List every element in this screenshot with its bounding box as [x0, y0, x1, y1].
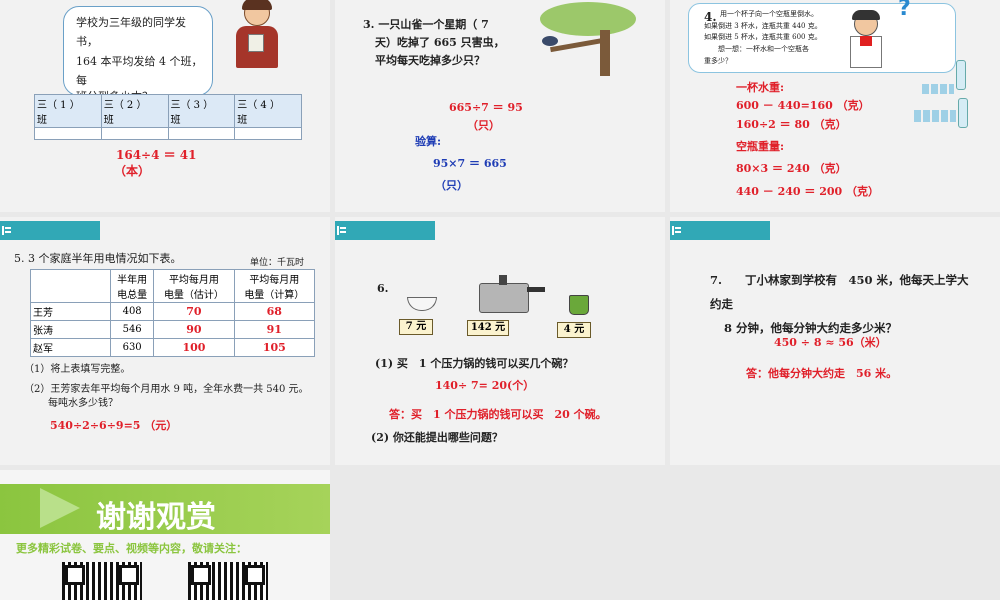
question-2-line-1: （2）王芳家去年平均每个月用水 9 吨，全年水费一共 540 元。: [24, 384, 309, 395]
table-header-cell: 三（ 2 ）班: [100, 94, 169, 128]
boy-illustration: [232, 0, 282, 70]
tab-icon: [337, 226, 346, 235]
class-table: 三（ 1 ）班 三（ 2 ）班 三（ 3 ）班 三（ 4 ）班: [34, 94, 302, 140]
problem-title: 5. 3 个家庭半年用电情况如下表。: [14, 252, 182, 265]
slide-3[interactable]: 4. 用一个杯子向一个空瓶里倒水。 如果倒进 3 杯水，连瓶共重 440 克。 …: [670, 0, 1000, 212]
subtitle: 更多精彩试卷、要点、视频等内容，敬请关注：: [16, 542, 247, 555]
problem-line-1: 用一个杯子向一个空瓶里倒水。: [720, 10, 818, 18]
problem-line-2: 如果倒进 3 杯水，连瓶共重 440 克。: [704, 22, 822, 30]
table-row: 张涛 546 90 91: [30, 320, 316, 339]
problem-number: 6.: [377, 282, 389, 295]
table-header-cell: 三（ 4 ）班: [234, 94, 302, 128]
slide-6[interactable]: 7. 丁小林家到学校有 450 米，他每天上学大 约走 8 分钟，他每分钟大约走…: [670, 217, 1000, 465]
slide-5[interactable]: 6. 7 元 142 元 4 元 (1) 买 1 个压力锅的钱可以买几个碗？ 1…: [335, 217, 665, 465]
check-label: 验算:: [415, 135, 442, 148]
calc: 140÷ 7= 20(个）: [435, 379, 535, 392]
slide-4[interactable]: 5. 3 个家庭半年用电情况如下表。 单位：千瓦时 半年用 电总量 平均每月用 电量…: [0, 217, 330, 465]
problem-line-3: 平均每天吃掉多少只？: [375, 54, 485, 67]
thanks-text: 谢谢观赏: [96, 500, 216, 535]
slide-7[interactable]: 谢谢观赏 更多精彩试卷、要点、视频等内容，敬请关注：: [0, 470, 330, 600]
col-header: 平均每月用 电量（计算）: [233, 269, 316, 303]
section-tab: [335, 221, 435, 240]
unit-note: 单位：千瓦时: [250, 258, 305, 268]
question-mark-icon: ?: [898, 0, 911, 21]
section-tab: [0, 221, 100, 240]
check-calc: 95×7 ＝ 665: [433, 157, 507, 170]
tab-icon: [672, 226, 681, 235]
table-row: 赵军 630 100 105: [30, 338, 316, 357]
problem-line-4: 想一想：一杯水和一个空瓶各: [718, 45, 809, 53]
problem-line-2: 天）吃掉了 665 只害虫，: [375, 36, 505, 49]
check-unit: （只）: [435, 179, 468, 192]
electricity-table: 半年用 电总量 平均每月用 电量（估计） 平均每月用 电量（计算） 王芳 408 70…: [30, 269, 316, 357]
answer-calc: 665÷7 ＝ 95: [449, 101, 523, 114]
tab-icon: [2, 226, 11, 235]
slide-2[interactable]: 3. 一只山雀一个星期（ 7 天）吃掉了 665 只害虫， 平均每天吃掉多少只？…: [335, 0, 665, 212]
problem-line-4: 每: [76, 74, 87, 87]
water-label: 一杯水重:: [736, 81, 785, 94]
qr-code-1[interactable]: [62, 562, 142, 600]
bottles-cups-illustration: [914, 60, 970, 130]
water-calc-2: 160÷2 ＝ 80 （克）: [736, 118, 847, 131]
cup-price-card: 4 元: [557, 322, 591, 338]
table-header-cell: 三（ 1 ）班: [34, 94, 102, 128]
problem-line-1: 学校为三年级的同学发: [76, 16, 186, 29]
arrow-icon: [40, 488, 80, 528]
pressure-cooker-icon: [475, 273, 545, 313]
qr-code-2[interactable]: [188, 562, 268, 600]
problem-line-3: 如果倒进 5 杯水，连瓶共重 600 克。: [704, 33, 822, 41]
answer-unit: （只）: [467, 119, 500, 132]
cup-icon: [569, 295, 589, 315]
problem-line-1: 3. 一只山雀一个星期（ 7: [363, 18, 489, 31]
problem-line-2: 约走: [710, 297, 733, 311]
tree-bird-illustration: [540, 2, 640, 76]
col-header: 平均每月用 电量（估计）: [153, 269, 235, 303]
water-calc-1: 600 － 440=160 （克）: [736, 99, 870, 112]
col-header: 半年用 电总量: [109, 269, 155, 303]
table-header-cell: 三（ 3 ）班: [167, 94, 236, 128]
bowl-price-card: 7 元: [399, 319, 433, 335]
problem-line-1: 7. 丁小林家到学校有 450 米，他每天上学大: [710, 273, 969, 287]
calc: 450 ÷ 8 ≈ 56（米）: [774, 336, 887, 349]
bottle-calc-1: 80×3 ＝ 240 （克）: [736, 162, 847, 175]
problem-line-2: 书，: [76, 35, 98, 48]
question-2: (2) 你还能提出哪些问题？: [371, 431, 503, 444]
cooker-price-card: 142 元: [467, 320, 509, 336]
answer: 540÷2÷6÷9=5 （元）: [50, 419, 178, 432]
answer: 答：他每分钟大约走 56 米。: [746, 367, 898, 380]
question-2-line-2: 每吨水多少钱？: [48, 398, 118, 409]
answer-calc: 164÷4 ＝ 41: [116, 148, 197, 162]
slide-1[interactable]: 学校为三年级的同学发 书， 164 本平均发给 4 个班， 每 班分到多少本？ …: [0, 0, 330, 212]
question-1: （1）将上表填写完整。: [24, 364, 131, 375]
boy-illustration: [846, 10, 886, 70]
problem-line-5: 重多少？: [704, 57, 732, 65]
table-row: 王芳 408 70 68: [30, 302, 316, 321]
bowl-icon: [407, 297, 437, 311]
section-tab: [670, 221, 770, 240]
bottle-calc-2: 440 － 240 ＝ 200 （克）: [736, 185, 880, 198]
answer-unit: （本）: [114, 164, 151, 178]
question-1: (1) 买 1 个压力锅的钱可以买几个碗？: [375, 357, 574, 370]
bottle-label: 空瓶重量:: [736, 140, 785, 153]
answer: 答：买 1 个压力锅的钱可以买 20 个碗。: [389, 408, 607, 421]
problem-line-3: 164 本平均发给 4 个班，: [76, 55, 203, 68]
